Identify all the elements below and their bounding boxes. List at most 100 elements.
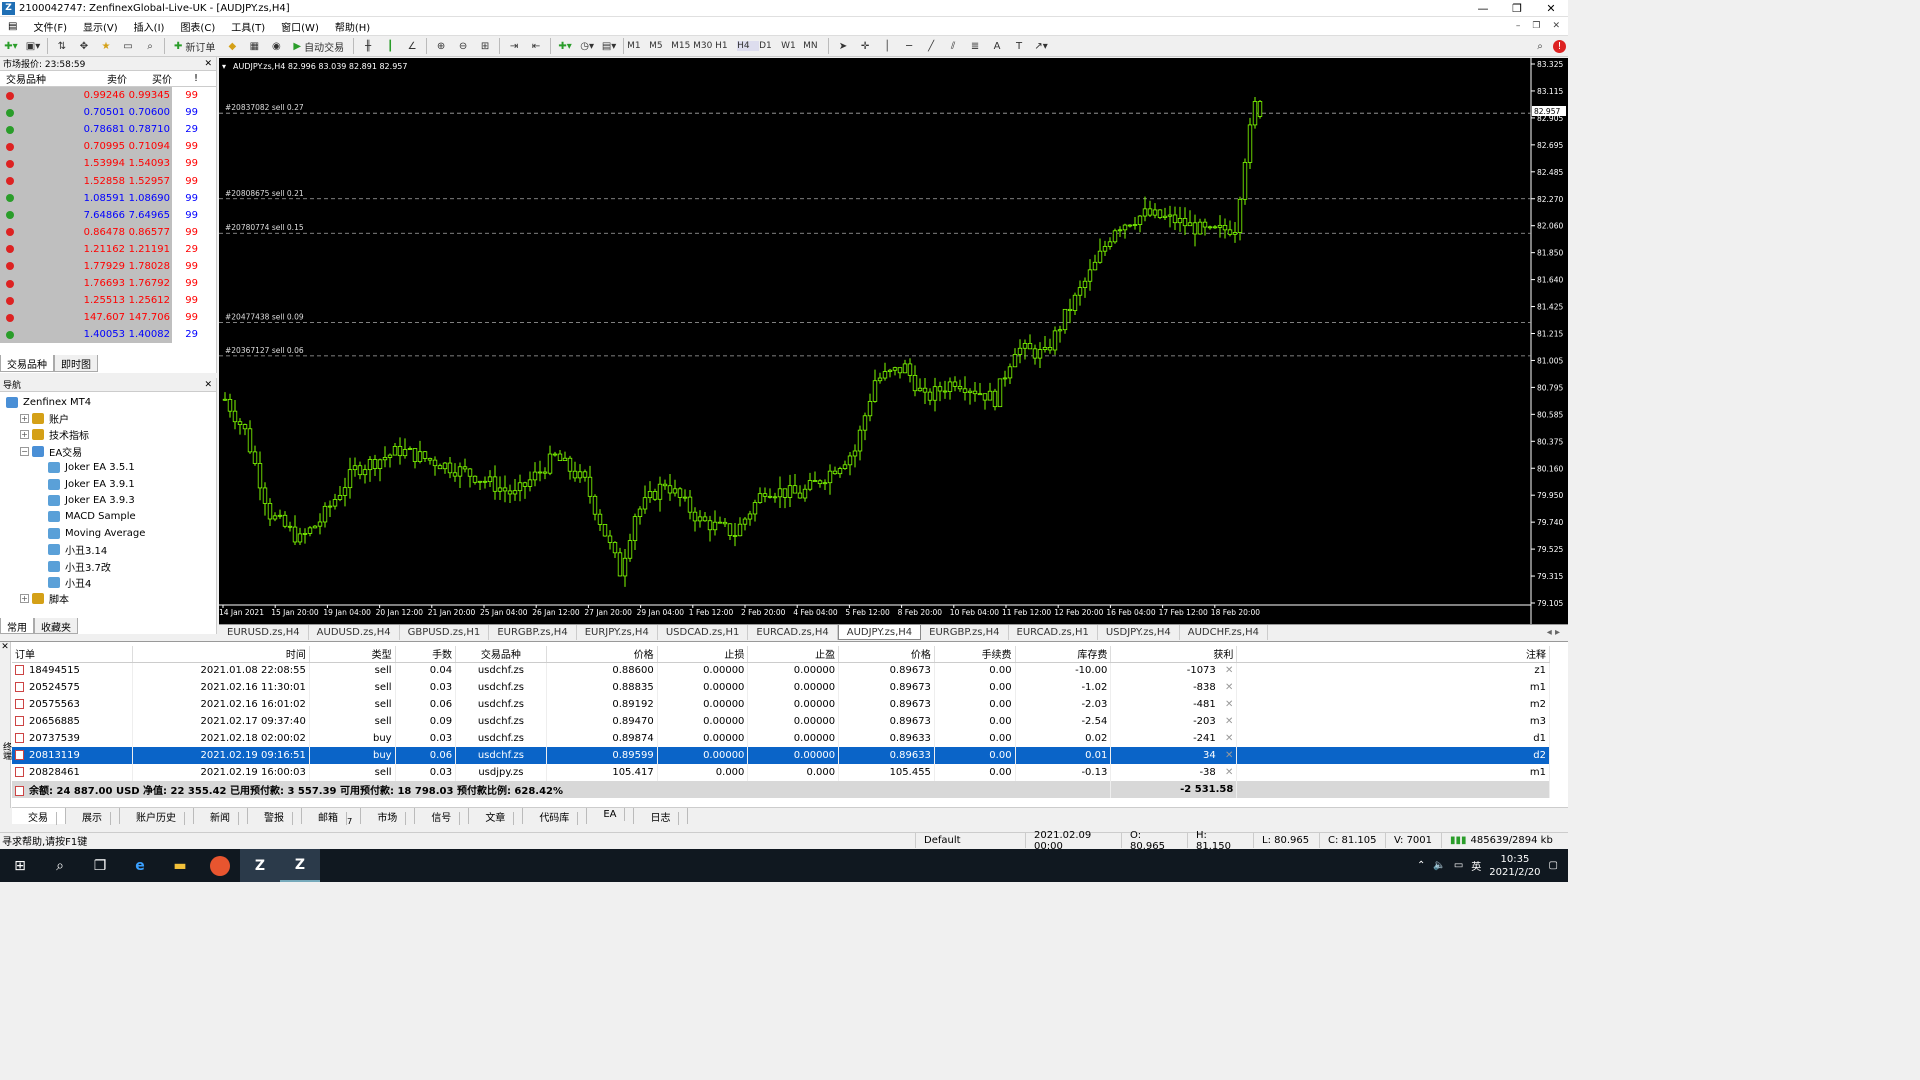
column-header[interactable]: 注释 [1236, 646, 1550, 663]
market-watch-icon[interactable]: ⇅ [53, 38, 71, 55]
column-header[interactable]: 价格 [546, 646, 658, 663]
terminal-tab[interactable]: 交易 [12, 808, 66, 825]
terminal-tab[interactable]: 日志 [634, 808, 689, 825]
text-icon[interactable]: A [988, 38, 1006, 55]
close-order-icon[interactable]: ✕ [1222, 665, 1233, 676]
column-header[interactable]: 类型 [309, 646, 396, 663]
navigator-item[interactable]: 小丑3.14 [0, 542, 216, 558]
market-watch-row[interactable]: 0.99246 0.99345 99 [0, 87, 216, 105]
volume-icon[interactable]: 🔈 [1433, 860, 1445, 871]
tf-h4[interactable]: H4 [737, 41, 760, 51]
symbol-cell[interactable] [0, 172, 82, 190]
chart-tab[interactable]: EURUSD.zs,H4 [219, 625, 309, 640]
ie-browser-icon[interactable]: e [120, 849, 160, 882]
tf-w1[interactable]: W1 [781, 41, 803, 51]
navigator-icon[interactable]: ★ [97, 38, 115, 55]
terminal-tab[interactable]: 代码库 [523, 808, 588, 825]
templates-icon[interactable]: ▤▾ [600, 38, 618, 55]
terminal-tab[interactable]: 新闻 [194, 808, 248, 825]
navigator-item[interactable]: − EA交易 [0, 443, 216, 459]
order-row[interactable]: 20813119 2021.02.19 09:16:51 buy 0.06 usdchf… [12, 747, 1550, 764]
periods-icon[interactable]: ◷▾ [578, 38, 596, 55]
tf-d1[interactable]: D1 [759, 41, 781, 51]
search-icon[interactable]: ⌕ [1531, 38, 1549, 55]
tab-tick-chart[interactable]: 即时图 [54, 355, 98, 372]
market-watch-row[interactable]: 0.86478 0.86577 99 [0, 223, 216, 241]
zoom-in-icon[interactable]: ⊕ [432, 38, 450, 55]
menu-file[interactable]: 文件(F) [25, 19, 75, 34]
navigator-item[interactable]: + 技术指标 [0, 427, 216, 443]
profiles-icon[interactable]: ▣▾ [24, 38, 42, 55]
tf-m30[interactable]: M30 [693, 41, 715, 51]
market-watch-row[interactable]: 7.64866 7.64965 99 [0, 206, 216, 224]
mdi-minimize-icon[interactable]: – [1516, 21, 1521, 31]
menu-insert[interactable]: 插入(I) [126, 19, 173, 34]
close-order-icon[interactable]: ✕ [1222, 682, 1233, 693]
navigator-item[interactable]: MACD Sample [0, 509, 216, 525]
market-watch-row[interactable]: 1.08591 1.08690 99 [0, 189, 216, 207]
clock[interactable]: 10:35 2021/2/20 [1489, 853, 1540, 879]
menu-tools[interactable]: 工具(T) [223, 19, 273, 34]
network-icon[interactable]: ▭ [1454, 860, 1463, 871]
col-bid[interactable]: 卖价 [82, 71, 127, 86]
data-window-icon[interactable]: ✥ [75, 38, 93, 55]
chart-canvas[interactable]: AUDJPY.zs,H4 82.996 83.039 82.891 82.957… [219, 58, 1568, 624]
tf-m15[interactable]: M15 [671, 41, 693, 51]
market-watch-row[interactable]: 1.25513 1.25612 99 [0, 292, 216, 310]
order-row[interactable]: 20737539 2021.02.18 02:00:02 buy 0.03 usdchf… [12, 730, 1550, 747]
navigator-item[interactable]: Zenfinex MT4 [0, 394, 216, 410]
column-header[interactable]: 库存费 [1015, 646, 1112, 663]
close-order-icon[interactable]: ✕ [1222, 750, 1233, 761]
tab-scroll-icon[interactable]: ◂ ▸ [1547, 627, 1568, 638]
collapse-icon[interactable]: − [20, 446, 29, 456]
symbol-cell[interactable] [0, 189, 82, 207]
terminal-tab[interactable]: EA [587, 808, 635, 824]
metaeditor-icon[interactable]: ◆ [223, 38, 241, 55]
order-row[interactable]: 20524575 2021.02.16 11:30:01 sell 0.03 usdch… [12, 679, 1550, 696]
collapse-icon[interactable]: ▾ [222, 62, 226, 71]
text-label-icon[interactable]: T [1010, 38, 1028, 55]
close-order-icon[interactable]: ✕ [1222, 733, 1233, 744]
fibonacci-icon[interactable]: ≣ [966, 38, 984, 55]
column-header[interactable]: 手数 [395, 646, 457, 663]
menu-view[interactable]: 显示(V) [75, 19, 126, 34]
market-watch-row[interactable]: 147.607 147.706 99 [0, 309, 216, 327]
expand-icon[interactable]: + [20, 594, 29, 604]
menu-help[interactable]: 帮助(H) [327, 19, 378, 34]
chart-tab[interactable]: USDCAD.zs,H1 [658, 625, 749, 640]
tf-h1[interactable]: H1 [715, 41, 737, 51]
auto-trading-button[interactable]: ▶ 自动交易 [289, 38, 348, 55]
tf-mn[interactable]: MN [803, 41, 825, 51]
search-icon[interactable]: ⌕ [40, 849, 80, 882]
column-header[interactable]: 手续费 [934, 646, 1016, 663]
bar-chart-icon[interactable]: ╫ [359, 38, 377, 55]
close-order-icon[interactable]: ✕ [1222, 716, 1233, 727]
menu-window[interactable]: 窗口(W) [273, 19, 327, 34]
trendline-icon[interactable]: ╱ [922, 38, 940, 55]
column-header[interactable]: 止盈 [747, 646, 840, 663]
crosshair-icon[interactable]: ✛ [856, 38, 874, 55]
market-watch-row[interactable]: 1.76693 1.76792 99 [0, 275, 216, 293]
close-icon[interactable]: ✕ [204, 59, 216, 69]
terminal-tab[interactable]: 邮箱 7 [302, 808, 362, 826]
horizontal-line-icon[interactable]: ─ [900, 38, 918, 55]
candlestick-icon[interactable]: ┃ [381, 38, 399, 55]
terminal-tab[interactable]: 账户历史 [120, 808, 194, 825]
col-spread[interactable]: ! [172, 73, 202, 84]
market-watch-row[interactable]: 1.40053 1.40082 29 [0, 326, 216, 344]
expand-icon[interactable]: + [20, 430, 29, 440]
vertical-line-icon[interactable]: │ [878, 38, 896, 55]
symbol-cell[interactable] [0, 206, 82, 224]
strategy-tester-icon[interactable]: ⌕ [141, 38, 159, 55]
terminal-tab[interactable]: 市场 [361, 808, 416, 825]
market-watch-row[interactable]: 1.21162 1.21191 29 [0, 240, 216, 258]
navigator-item[interactable]: 小丑3.7改 [0, 558, 216, 574]
zoom-out-icon[interactable]: ⊖ [454, 38, 472, 55]
symbol-cell[interactable] [0, 275, 82, 293]
navigator-item[interactable]: 小丑4 [0, 574, 216, 590]
market-watch-row[interactable]: 0.70995 0.71094 99 [0, 138, 216, 156]
expand-icon[interactable]: + [20, 414, 29, 424]
chart-tab[interactable]: GBPUSD.zs,H1 [400, 625, 490, 640]
menu-charts[interactable]: 图表(C) [172, 19, 223, 34]
chart-tab[interactable]: USDJPY.zs,H4 [1098, 625, 1180, 640]
